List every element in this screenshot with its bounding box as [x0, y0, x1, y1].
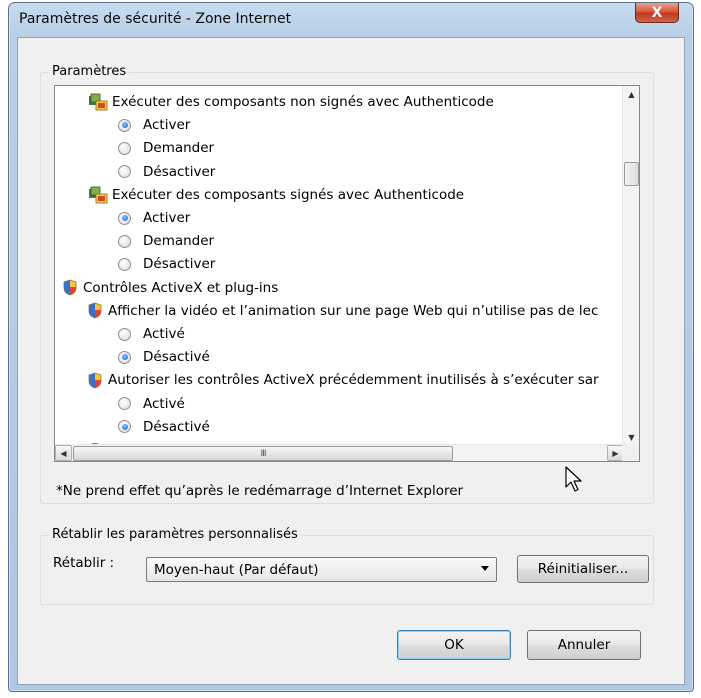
setting-label: Exécuter des composants signés avec Auth… — [112, 186, 465, 203]
shield-icon — [88, 372, 108, 389]
radio-selected-icon[interactable] — [118, 420, 131, 434]
setting-option[interactable]: Désactivé — [55, 416, 210, 438]
radio-unselected-icon[interactable] — [118, 165, 131, 179]
setting-label: Désactivé — [143, 418, 210, 435]
component-icon — [88, 93, 112, 111]
setting-label: Exécuter des composants non signés avec … — [112, 94, 494, 110]
radio-unselected-icon[interactable] — [118, 257, 131, 271]
ok-button[interactable]: OK — [397, 630, 511, 660]
scrollbar-corner — [622, 444, 639, 461]
setting-label: Activer — [143, 117, 191, 134]
reset-level-value: Moyen-haut (Par défaut) — [154, 561, 319, 578]
reset-button-label: Réinitialiser... — [537, 561, 629, 577]
settings-group-legend: Paramètres — [49, 64, 130, 79]
horizontal-scrollbar[interactable]: ◀ III ▶ — [55, 444, 624, 461]
setting-option[interactable]: Activé — [55, 393, 185, 415]
setting-label: Afficher la vidéo et l’animation sur une… — [108, 302, 599, 319]
shield-icon — [63, 279, 83, 296]
mouse-pointer-icon — [565, 466, 582, 492]
setting-option[interactable]: Demander — [55, 137, 214, 159]
setting-label: Activé — [143, 395, 185, 412]
radio-selected-icon[interactable] — [118, 350, 131, 364]
close-icon: X — [651, 4, 663, 21]
radio-unselected-icon[interactable] — [118, 397, 131, 411]
setting-item: Exécuter des composants signés avec Auth… — [55, 184, 464, 206]
radio-unselected-icon[interactable] — [118, 234, 131, 248]
setting-option[interactable]: Désactiver — [55, 253, 215, 275]
setting-item: Autoriser les contrôles ActiveX précédem… — [55, 369, 599, 391]
vertical-scroll-thumb[interactable] — [624, 162, 639, 186]
setting-option[interactable]: Activé — [55, 323, 185, 345]
ok-button-label: OK — [444, 637, 464, 653]
setting-category: Contrôles ActiveX et plug-ins — [55, 277, 278, 299]
horizontal-scroll-thumb[interactable]: III — [73, 446, 453, 461]
radio-selected-icon[interactable] — [118, 118, 131, 132]
setting-option[interactable]: Désactivé — [55, 346, 210, 368]
setting-label: Désactiver — [143, 256, 216, 273]
setting-option[interactable]: Demander — [55, 230, 214, 252]
setting-option[interactable]: Activer — [55, 207, 190, 229]
scroll-left-arrow-icon[interactable]: ◀ — [55, 445, 72, 461]
reset-level-label: Rétablir : — [53, 555, 115, 571]
radio-unselected-icon[interactable] — [118, 141, 131, 155]
setting-label: Désactiver — [143, 163, 216, 180]
shield-icon — [88, 302, 108, 319]
setting-label: Activer — [143, 210, 191, 226]
setting-option[interactable]: Désactiver — [55, 161, 215, 183]
window-title: Paramètres de sécurité - Zone Internet — [19, 11, 292, 27]
reset-group-legend: Rétablir les paramètres personnalisés — [49, 527, 301, 542]
title-bar[interactable]: Paramètres de sécurité - Zone Internet X — [9, 3, 693, 37]
setting-option[interactable]: Activer — [55, 114, 190, 136]
dropdown-arrow-icon[interactable] — [481, 566, 489, 571]
reset-level-select[interactable]: Moyen-haut (Par défaut) — [146, 557, 497, 582]
setting-item: Afficher la vidéo et l’animation sur une… — [55, 300, 598, 322]
cancel-button[interactable]: Annuler — [527, 630, 641, 660]
reset-button[interactable]: Réinitialiser... — [517, 555, 649, 583]
vertical-scrollbar[interactable]: ▲ ▼ — [622, 86, 639, 446]
setting-label: Autoriser les contrôles ActiveX précédem… — [108, 372, 599, 389]
component-icon — [88, 186, 112, 204]
setting-label: Contrôles ActiveX et plug-ins — [83, 279, 279, 296]
scroll-up-arrow-icon[interactable]: ▲ — [623, 86, 639, 103]
cancel-button-label: Annuler — [557, 637, 611, 653]
setting-label: Demander — [143, 140, 215, 157]
setting-label: Désactivé — [143, 349, 210, 366]
setting-label: Activé — [143, 326, 185, 342]
scroll-grip: III — [260, 448, 267, 459]
radio-unselected-icon[interactable] — [118, 327, 131, 341]
close-button[interactable]: X — [635, 3, 679, 23]
setting-label: Demander — [143, 233, 215, 250]
radio-selected-icon[interactable] — [118, 211, 131, 225]
restart-note: *Ne prend effet qu’après le redémarrage … — [56, 483, 464, 499]
setting-item: Exécuter des composants non signés avec … — [55, 91, 494, 113]
settings-tree[interactable]: Exécuter des composants non signés avec … — [54, 85, 640, 462]
